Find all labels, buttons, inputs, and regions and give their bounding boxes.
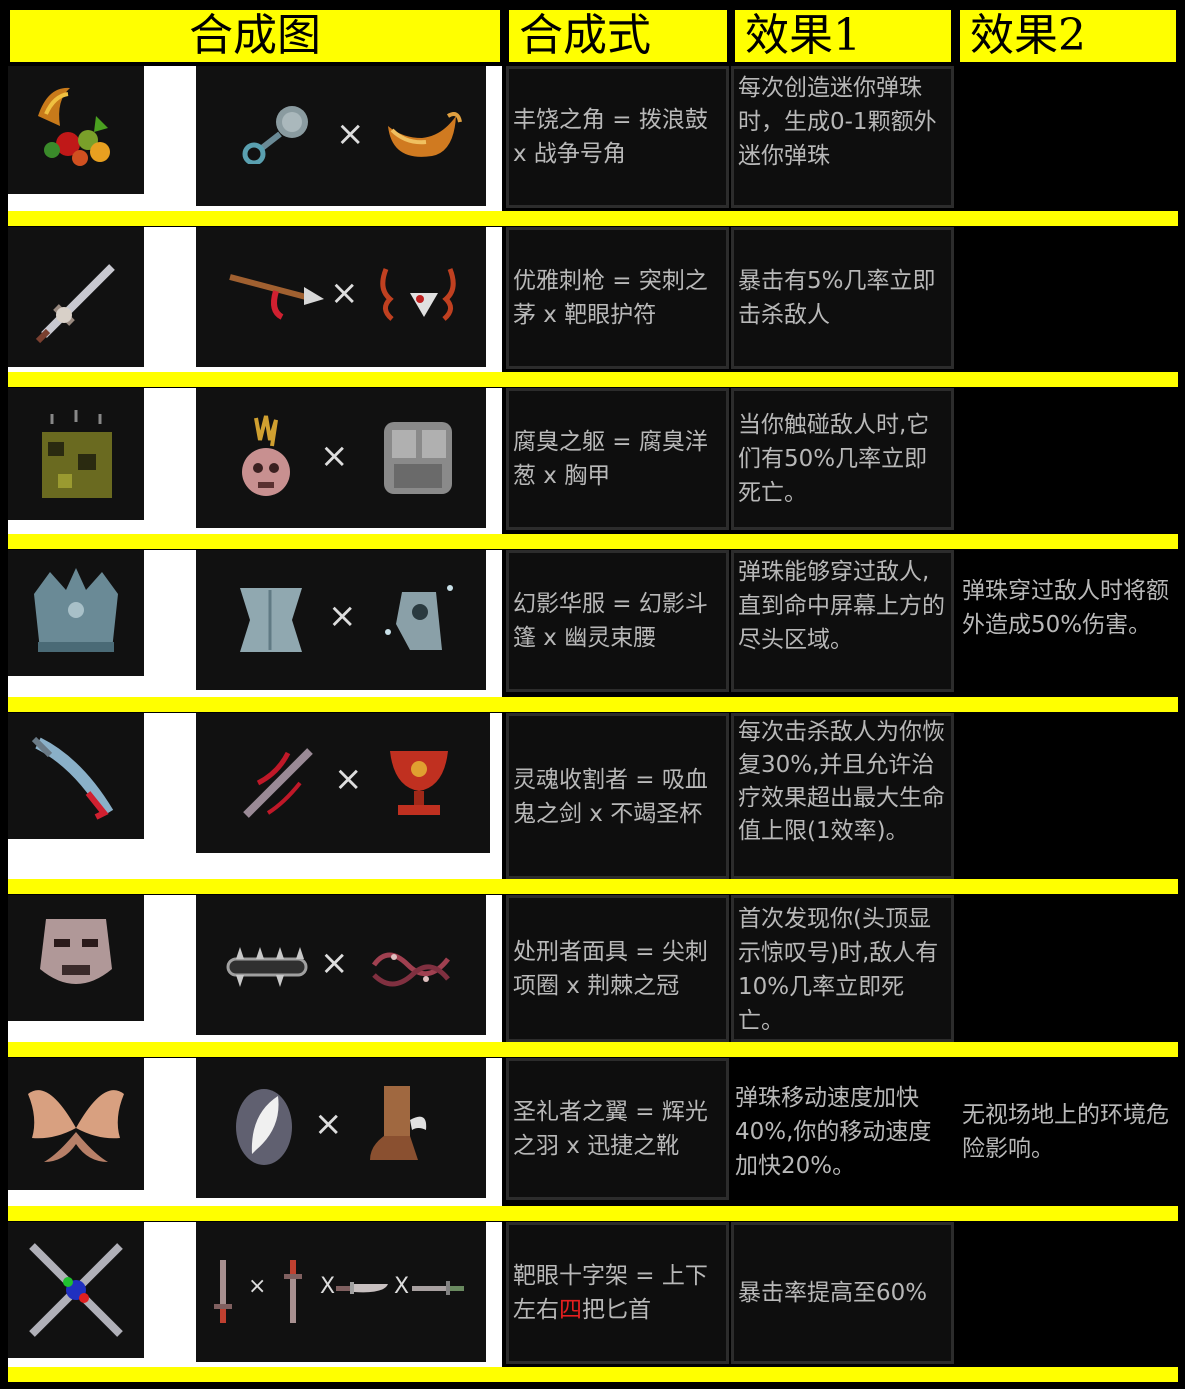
- effect2-cell: 无视场地上的环境危险影响。: [958, 1058, 1178, 1206]
- table-row: ×: [8, 895, 502, 1042]
- header-synthesis-image: 合成图: [8, 8, 502, 64]
- dagger-up-icon: [212, 1258, 234, 1326]
- header-formula: 合成式: [507, 8, 729, 64]
- effect2-cell: [958, 66, 1178, 208]
- times-small: X: [320, 1274, 336, 1299]
- rattle-drum-icon: [240, 104, 320, 164]
- row-separator: [8, 1367, 1178, 1382]
- thrusting-spear-icon: [226, 267, 326, 327]
- effect1-cell: 首次发现你(头顶显示惊叹号)时,敌人有10%几率立即死亡。: [731, 895, 954, 1042]
- times-symbol: ×: [320, 436, 349, 476]
- formula-cell: 灵魂收割者 = 吸血鬼之剑 x 不竭圣杯: [506, 713, 729, 879]
- effect2-cell: [958, 388, 1178, 530]
- cornucopia-icon: [8, 66, 144, 194]
- times-symbol: ×: [336, 114, 365, 154]
- vampire-sword-icon: [238, 743, 318, 823]
- ghost-corset-icon: [380, 580, 460, 660]
- effect2-cell: [958, 895, 1178, 1042]
- swift-boots-icon: [356, 1080, 432, 1172]
- formula-cell: 处刑者面具 = 尖刺项圈 x 荆棘之冠: [506, 895, 729, 1042]
- breastplate-icon: [378, 414, 458, 500]
- effect1-cell: 暴击率提高至60%: [731, 1222, 954, 1364]
- ingredients-panel: ×: [196, 388, 486, 528]
- bullseye-cross-icon: [8, 1222, 144, 1358]
- executioner-mask-icon: [8, 895, 144, 1021]
- endless-grail-icon: [384, 743, 454, 821]
- spiked-collar-icon: [220, 945, 314, 989]
- row-separator: [8, 534, 1178, 549]
- effect2-cell: [958, 227, 1178, 369]
- formula-cell: 优雅刺枪 = 突刺之茅 x 靶眼护符: [506, 227, 729, 369]
- table-row: ×: [8, 388, 502, 534]
- ingredients-panel: ×: [196, 66, 486, 206]
- table-row: ×: [8, 227, 502, 372]
- table-row: × X X: [8, 1222, 502, 1367]
- header-effect2: 效果2: [958, 8, 1178, 64]
- effect1-cell: 暴击有5%几率立即击杀敌人: [731, 227, 954, 369]
- formula-cell: 幻影华服 = 幻影斗篷 x 幽灵束腰: [506, 550, 729, 692]
- times-symbol: ×: [330, 273, 359, 313]
- ingredients-panel: × X X: [196, 1222, 486, 1362]
- ingredients-panel: ×: [196, 227, 486, 367]
- rotten-body-icon: [8, 388, 144, 520]
- times-small: X: [394, 1274, 410, 1299]
- highlight-four: 四: [559, 1297, 582, 1323]
- effect1-cell: 当你触碰敌人时,它们有50%几率立即死亡。: [731, 388, 954, 530]
- table-row: ×: [8, 713, 502, 879]
- formula-cell: 腐臭之躯 = 腐臭洋葱 x 胸甲: [506, 388, 729, 530]
- row-separator: [8, 1206, 1178, 1221]
- dagger-right-icon: [410, 1278, 466, 1298]
- saint-wings-icon: [8, 1058, 144, 1190]
- times-symbol: ×: [334, 759, 363, 799]
- table-row: ×: [8, 1058, 502, 1206]
- formula-cell: 丰饶之角 = 拨浪鼓 x 战争号角: [506, 66, 729, 208]
- ingredients-panel: ×: [196, 550, 486, 690]
- radiant-feather-icon: [232, 1084, 296, 1170]
- elegant-rapier-icon: [8, 227, 144, 367]
- ingredients-panel: ×: [196, 1058, 486, 1198]
- table-row: ×: [8, 550, 502, 697]
- dagger-down-icon: [282, 1258, 304, 1326]
- formula-cell: 圣礼者之翼 = 辉光之羽 x 迅捷之靴: [506, 1058, 729, 1200]
- table-row: ×: [8, 66, 502, 211]
- effect1-cell: 弹珠移动速度加快40%,你的移动速度加快20%。: [731, 1058, 954, 1206]
- rotten-onion-icon: [230, 412, 300, 508]
- formula-cell: 靶眼十字架 = 上下左右四把匕首: [506, 1222, 729, 1364]
- times-symbol: ×: [314, 1104, 343, 1144]
- effect1-cell: 每次创造迷你弹珠时，生成0-1颗额外迷你弹珠: [731, 66, 954, 208]
- times-symbol: ×: [320, 943, 349, 983]
- effect2-cell: 弹珠穿过敌人时将额外造成50%伤害。: [958, 574, 1178, 684]
- times-symbol: ×: [328, 596, 357, 636]
- row-separator: [8, 211, 1178, 226]
- times-symbol: ×: [248, 1274, 267, 1299]
- soul-reaper-icon: [8, 713, 144, 839]
- thorn-crown-icon: [368, 935, 454, 997]
- effect2-cell: [958, 1222, 1178, 1364]
- ingredients-panel: ×: [196, 713, 490, 853]
- phantom-cloak-icon: [236, 582, 306, 658]
- phantom-robe-icon: [8, 550, 144, 676]
- war-horn-icon: [382, 106, 462, 166]
- row-separator: [8, 879, 1178, 894]
- dagger-left-icon: [334, 1278, 390, 1298]
- ingredients-panel: ×: [196, 895, 486, 1035]
- bullseye-amulet-icon: [376, 259, 460, 329]
- header-effect1: 效果1: [733, 8, 953, 64]
- effect1-cell: 弹珠能够穿过敌人,直到命中屏幕上方的尽头区域。: [731, 550, 954, 692]
- effect2-cell: [958, 713, 1178, 879]
- effect1-cell: 每次击杀敌人为你恢复30%,并且允许治疗效果超出最大生命值上限(1效率)。: [731, 713, 954, 879]
- row-separator: [8, 697, 1178, 712]
- row-separator: [8, 372, 1178, 387]
- row-separator: [8, 1042, 1178, 1057]
